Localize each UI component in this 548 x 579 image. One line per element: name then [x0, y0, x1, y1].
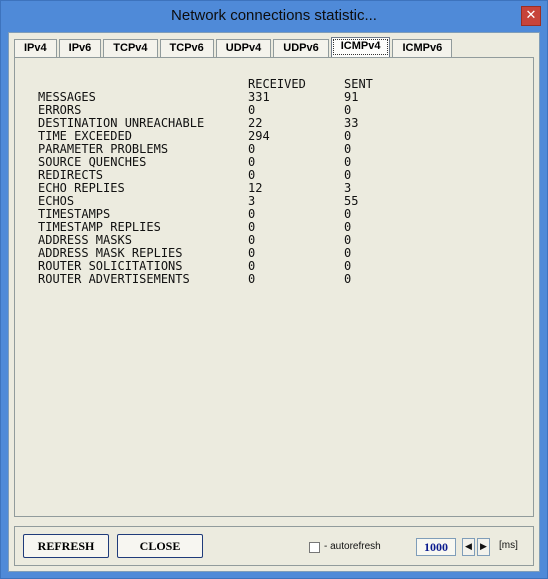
- sent-value: 33: [344, 116, 359, 130]
- footer-bar: REFRESH CLOSE - autorefresh 1000 ◀ ▶ [ms…: [14, 526, 534, 566]
- tab-icmpv6[interactable]: ICMPv6: [392, 39, 453, 57]
- icmp-statistics-table: RECEIVED SENT MESSAGES 331 91 ERRORS 0 0 DESTINA…: [38, 78, 404, 286]
- app-window: Network connections statistic... ✕ IPv4 I…: [0, 0, 548, 579]
- received-value: 0: [248, 155, 256, 169]
- sent-value: 0: [344, 220, 352, 234]
- sent-value: 0: [344, 155, 352, 169]
- sent-value: 0: [344, 142, 352, 156]
- protocol-tabs: IPv4 IPv6 TCPv4 TCPv6 UDPv4 UDPv6 ICMPv4 ICMPv6: [14, 37, 454, 59]
- autorefresh-checkbox[interactable]: [309, 542, 320, 553]
- tab-tcpv4[interactable]: TCPv4: [103, 39, 158, 57]
- received-value: 0: [248, 103, 256, 117]
- sent-value: 0: [344, 207, 352, 221]
- tab-ipv6[interactable]: IPv6: [58, 39, 102, 57]
- received-value: 0: [248, 246, 256, 260]
- received-value: 0: [248, 220, 256, 234]
- received-value: 0: [248, 207, 256, 221]
- received-value: 0: [248, 168, 256, 182]
- sent-value: 0: [344, 129, 352, 143]
- stats-row: ROUTER ADVERTISEMENTS 0 0: [38, 273, 404, 286]
- sent-value: 0: [344, 272, 352, 286]
- window-close-button[interactable]: ✕: [521, 6, 541, 26]
- client-area: IPv4 IPv6 TCPv4 TCPv6 UDPv4 UDPv6 ICMPv4 ICMPv6…: [8, 32, 540, 572]
- received-value: 0: [248, 259, 256, 273]
- tab-udpv6[interactable]: UDPv6: [273, 39, 329, 57]
- sent-value: 0: [344, 233, 352, 247]
- decrease-interval-button[interactable]: ◀: [462, 538, 475, 556]
- interval-unit-label: [ms]: [499, 540, 518, 551]
- received-value: 0: [248, 272, 256, 286]
- sent-value: 91: [344, 90, 359, 104]
- tab-udpv4[interactable]: UDPv4: [215, 39, 272, 57]
- received-value: 12: [248, 181, 263, 195]
- interval-field[interactable]: 1000: [416, 538, 456, 556]
- tab-tcpv6[interactable]: TCPv6: [159, 39, 214, 57]
- refresh-button[interactable]: REFRESH: [23, 534, 109, 558]
- received-value: 331: [248, 90, 270, 104]
- sent-value: 0: [344, 168, 352, 182]
- sent-value: 55: [344, 194, 359, 208]
- received-value: 0: [248, 142, 256, 156]
- autorefresh-label: - autorefresh: [324, 541, 381, 552]
- received-value: 294: [248, 129, 270, 143]
- tab-ipv4[interactable]: IPv4: [14, 39, 57, 57]
- tab-icmpv4[interactable]: ICMPv4: [330, 37, 391, 57]
- stat-label: ROUTER ADVERTISEMENTS: [38, 272, 190, 286]
- stats-panel: RECEIVED SENT MESSAGES 331 91 ERRORS 0 0 DESTINA…: [14, 57, 534, 517]
- sent-value: 0: [344, 246, 352, 260]
- close-button[interactable]: CLOSE: [117, 534, 203, 558]
- title-bar: Network connections statistic... ✕: [1, 1, 547, 31]
- increase-interval-button[interactable]: ▶: [477, 538, 490, 556]
- sent-value: 0: [344, 259, 352, 273]
- window-title: Network connections statistic...: [171, 7, 377, 24]
- received-value: 0: [248, 233, 256, 247]
- received-value: 3: [248, 194, 256, 208]
